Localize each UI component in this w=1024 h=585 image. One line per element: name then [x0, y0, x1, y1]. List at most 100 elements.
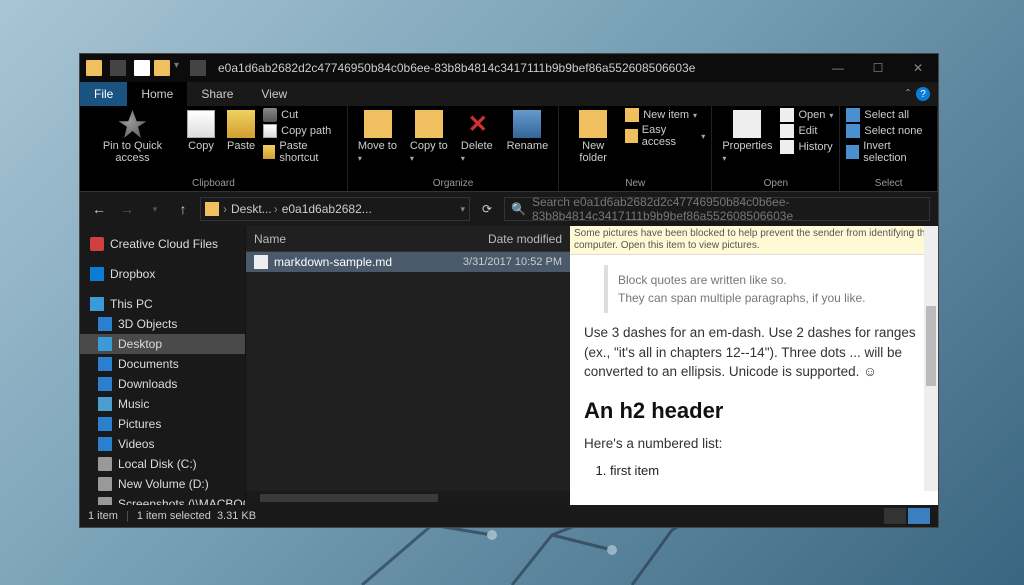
- help-icon[interactable]: ?: [916, 87, 930, 101]
- copy-button[interactable]: Copy: [183, 108, 219, 154]
- rename-button[interactable]: Rename: [503, 108, 553, 154]
- file-pane-h-scrollbar[interactable]: [246, 491, 570, 505]
- copy-to-button[interactable]: Copy to ▾: [406, 108, 453, 166]
- sidebar-item-cc[interactable]: Creative Cloud Files: [80, 234, 245, 254]
- preview-list-intro: Here's a numbered list:: [584, 434, 924, 454]
- file-date: 3/31/2017 10:52 PM: [463, 256, 562, 268]
- nav-back-button[interactable]: ←: [88, 198, 110, 220]
- select-none-button[interactable]: Select none: [846, 124, 931, 138]
- history-button[interactable]: History: [780, 140, 833, 154]
- delete-button[interactable]: ✕ Delete ▾: [457, 108, 499, 166]
- ribbon-group-open-label: Open: [718, 177, 833, 191]
- sidebar-item-screenshots-network[interactable]: Screenshots (\\MACBOOKA: [80, 494, 245, 505]
- file-icon: [254, 255, 268, 269]
- music-icon: [98, 397, 112, 411]
- sidebar-item-videos[interactable]: Videos: [80, 434, 245, 454]
- address-bar[interactable]: › Deskt... › e0a1d6ab2682... ▾: [200, 197, 470, 221]
- chevron-down-icon: ▾: [722, 154, 726, 163]
- invert-selection-button[interactable]: Invert selection: [846, 140, 931, 164]
- titlebar[interactable]: ▾ e0a1d6ab2682d2c47746950b84c0b6ee-83b8b…: [80, 54, 938, 82]
- paste-shortcut-icon: [263, 145, 275, 159]
- pin-quick-access-button[interactable]: Pin to Quick access: [86, 108, 179, 166]
- nav-forward-button[interactable]: →: [116, 198, 138, 220]
- sidebar-item-local-disk-c[interactable]: Local Disk (C:): [80, 454, 245, 474]
- edit-icon: [780, 124, 794, 138]
- move-to-button[interactable]: Move to ▾: [354, 108, 402, 166]
- preview-v-scrollbar[interactable]: [924, 226, 938, 491]
- ribbon-group-new-label: New: [565, 177, 705, 191]
- view-large-icons-button[interactable]: [908, 508, 930, 524]
- file-name: markdown-sample.md: [274, 255, 457, 269]
- preview-list-item: first item: [610, 461, 924, 480]
- videos-icon: [98, 437, 112, 451]
- select-none-icon: [846, 124, 860, 138]
- qat-icon[interactable]: [134, 60, 150, 76]
- sidebar-item-documents[interactable]: Documents: [80, 354, 245, 374]
- open-button[interactable]: Open ▾: [780, 108, 833, 122]
- ribbon-collapse-icon[interactable]: ˆ: [906, 87, 910, 101]
- select-all-button[interactable]: Select all: [846, 108, 931, 122]
- close-button[interactable]: ✕: [898, 54, 938, 82]
- chevron-down-icon: ▾: [410, 154, 414, 163]
- qat-folder-icon[interactable]: [154, 60, 170, 76]
- preview-security-banner[interactable]: Some pictures have been blocked to help …: [570, 226, 938, 255]
- copy-to-icon: [415, 110, 443, 138]
- properties-button[interactable]: Properties ▾: [718, 108, 776, 166]
- invert-icon: [846, 145, 859, 159]
- sidebar-item-desktop[interactable]: Desktop: [80, 334, 245, 354]
- ribbon: Pin to Quick access Copy Paste Cut Copy …: [80, 106, 938, 192]
- file-explorer-window: ▾ e0a1d6ab2682d2c47746950b84c0b6ee-83b8b…: [79, 53, 939, 528]
- file-list-pane: Name Date modified markdown-sample.md 3/…: [245, 226, 570, 505]
- easy-access-button[interactable]: Easy access ▾: [625, 124, 705, 148]
- paste-button[interactable]: Paste: [223, 108, 259, 154]
- new-item-button[interactable]: New item ▾: [625, 108, 705, 122]
- ribbon-group-clipboard-label: Clipboard: [86, 177, 341, 191]
- sidebar-item-3d-objects[interactable]: 3D Objects: [80, 314, 245, 334]
- copy-path-button[interactable]: Copy path: [263, 124, 341, 138]
- cut-button[interactable]: Cut: [263, 108, 341, 122]
- cut-icon: [263, 108, 277, 122]
- paste-shortcut-button[interactable]: Paste shortcut: [263, 140, 341, 164]
- sidebar-item-pictures[interactable]: Pictures: [80, 414, 245, 434]
- qat-dropdown-icon[interactable]: ▾: [174, 60, 182, 76]
- drive-icon: [98, 457, 112, 471]
- sidebar-item-dropbox[interactable]: Dropbox: [80, 264, 245, 284]
- column-headers[interactable]: Name Date modified: [246, 226, 570, 252]
- window-title: e0a1d6ab2682d2c47746950b84c0b6ee-83b8b48…: [218, 61, 818, 75]
- tab-share[interactable]: Share: [187, 82, 247, 106]
- address-row: ← → ▾ ↑ › Deskt... › e0a1d6ab2682... ▾ ⟳…: [80, 192, 938, 226]
- sidebar-item-this-pc[interactable]: This PC: [80, 294, 245, 314]
- new-folder-button[interactable]: New folder: [565, 108, 621, 166]
- preview-h2: An h2 header: [584, 398, 924, 424]
- pc-icon: [90, 297, 104, 311]
- search-box[interactable]: 🔍 Search e0a1d6ab2682d2c47746950b84c0b6e…: [504, 197, 930, 221]
- edit-button[interactable]: Edit: [780, 124, 833, 138]
- refresh-button[interactable]: ⟳: [476, 202, 498, 216]
- status-item-count: 1 item: [88, 510, 118, 522]
- history-icon: [780, 140, 794, 154]
- sidebar-item-downloads[interactable]: Downloads: [80, 374, 245, 394]
- pin-icon: [118, 110, 146, 138]
- maximize-button[interactable]: ☐: [858, 54, 898, 82]
- network-drive-icon: [98, 497, 112, 505]
- file-row-markdown-sample[interactable]: markdown-sample.md 3/31/2017 10:52 PM: [246, 252, 570, 272]
- drive-icon: [98, 477, 112, 491]
- chevron-down-icon: ▾: [701, 132, 705, 141]
- delete-x-icon: ✕: [464, 110, 492, 138]
- move-icon: [364, 110, 392, 138]
- downloads-icon: [98, 377, 112, 391]
- tab-home[interactable]: Home: [127, 82, 187, 106]
- sidebar-item-new-volume-d[interactable]: New Volume (D:): [80, 474, 245, 494]
- minimize-button[interactable]: —: [818, 54, 858, 82]
- ribbon-group-organize-label: Organize: [354, 177, 552, 191]
- objects-icon: [98, 317, 112, 331]
- tab-file[interactable]: File: [80, 82, 127, 106]
- sidebar-item-music[interactable]: Music: [80, 394, 245, 414]
- nav-recent-dropdown[interactable]: ▾: [144, 198, 166, 220]
- view-details-button[interactable]: [884, 508, 906, 524]
- tab-view[interactable]: View: [247, 82, 301, 106]
- documents-icon: [98, 357, 112, 371]
- address-dropdown-icon[interactable]: ▾: [460, 204, 465, 215]
- nav-sidebar: Creative Cloud Files Dropbox This PC 3D …: [80, 226, 245, 505]
- nav-up-button[interactable]: ↑: [172, 198, 194, 220]
